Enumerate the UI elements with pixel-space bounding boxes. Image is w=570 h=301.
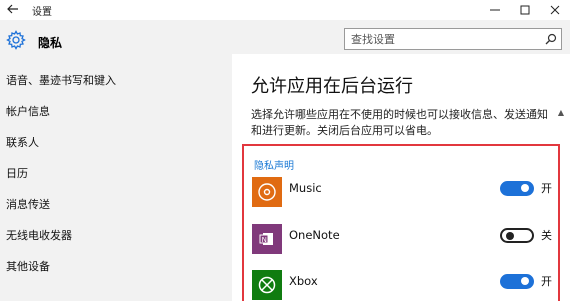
page-title: 允许应用在后台运行 [251, 76, 413, 97]
app-row-xbox: Xbox 开 [252, 270, 552, 301]
sidebar-nav: 语音、墨迹书写和键入 帐户信息 联系人 日历 消息传送 无线电收发器 其他设备 [0, 65, 232, 282]
sidebar-item-radios[interactable]: 无线电收发器 [0, 220, 232, 251]
minimize-icon [490, 9, 500, 11]
sidebar-item-label: 语音、墨迹书写和键入 [6, 74, 116, 87]
music-toggle[interactable] [500, 181, 534, 196]
close-icon [550, 5, 560, 15]
maximize-button[interactable] [510, 0, 540, 20]
page-description: 选择允许哪些应用在不使用的时候也可以接收信息、发送通知和进行更新。关闭后台应用可… [251, 108, 548, 137]
back-button[interactable] [0, 0, 26, 20]
maximize-icon [520, 5, 530, 15]
sidebar-item-label: 其他设备 [6, 260, 50, 273]
sidebar-item-label: 消息传送 [6, 198, 50, 211]
xbox-icon [252, 270, 282, 300]
sidebar-item-account-info[interactable]: 帐户信息 [0, 96, 232, 127]
svg-text:N: N [262, 236, 267, 244]
search-icon[interactable] [541, 29, 561, 49]
sidebar-heading: 隐私 [38, 36, 63, 50]
app-name: Music [289, 181, 322, 195]
sidebar-item-label: 帐户信息 [6, 105, 50, 118]
sidebar-item-label: 无线电收发器 [6, 229, 72, 242]
app-name: OneNote [289, 228, 340, 242]
toggle-state-label: 开 [541, 275, 552, 288]
arrow-left-icon [7, 3, 19, 18]
toggle-state-label: 开 [541, 182, 552, 195]
app-name: Xbox [289, 274, 318, 288]
sidebar-item-label: 联系人 [6, 136, 39, 149]
onenote-icon: N [252, 224, 282, 254]
scroll-up-icon[interactable]: ▲ [558, 108, 564, 117]
sidebar-item-calendar[interactable]: 日历 [0, 158, 232, 189]
minimize-button[interactable] [480, 0, 510, 20]
window-title: 设置 [32, 6, 52, 18]
privacy-statement-link[interactable]: 隐私声明 [254, 157, 294, 172]
sidebar-item-other-devices[interactable]: 其他设备 [0, 251, 232, 282]
sidebar-item-contacts[interactable]: 联系人 [0, 127, 232, 158]
app-row-onenote: N OneNote 关 [252, 224, 552, 256]
search-input[interactable]: 查找设置 [344, 28, 562, 50]
gear-icon [6, 30, 26, 54]
search-placeholder: 查找设置 [351, 33, 395, 46]
sidebar-item-label: 日历 [6, 167, 28, 180]
music-disc-icon [252, 177, 282, 207]
app-row-music: Music 开 [252, 177, 552, 209]
sidebar-item-messaging[interactable]: 消息传送 [0, 189, 232, 220]
sidebar: 隐私 语音、墨迹书写和键入 帐户信息 联系人 日历 消息传送 无线电收发器 其他… [0, 20, 232, 301]
onenote-toggle[interactable] [500, 228, 534, 243]
sidebar-item-speech[interactable]: 语音、墨迹书写和键入 [0, 65, 232, 96]
title-bar: 设置 [0, 0, 570, 20]
close-button[interactable] [540, 0, 570, 20]
xbox-toggle[interactable] [500, 274, 534, 289]
toggle-state-label: 关 [541, 229, 552, 242]
